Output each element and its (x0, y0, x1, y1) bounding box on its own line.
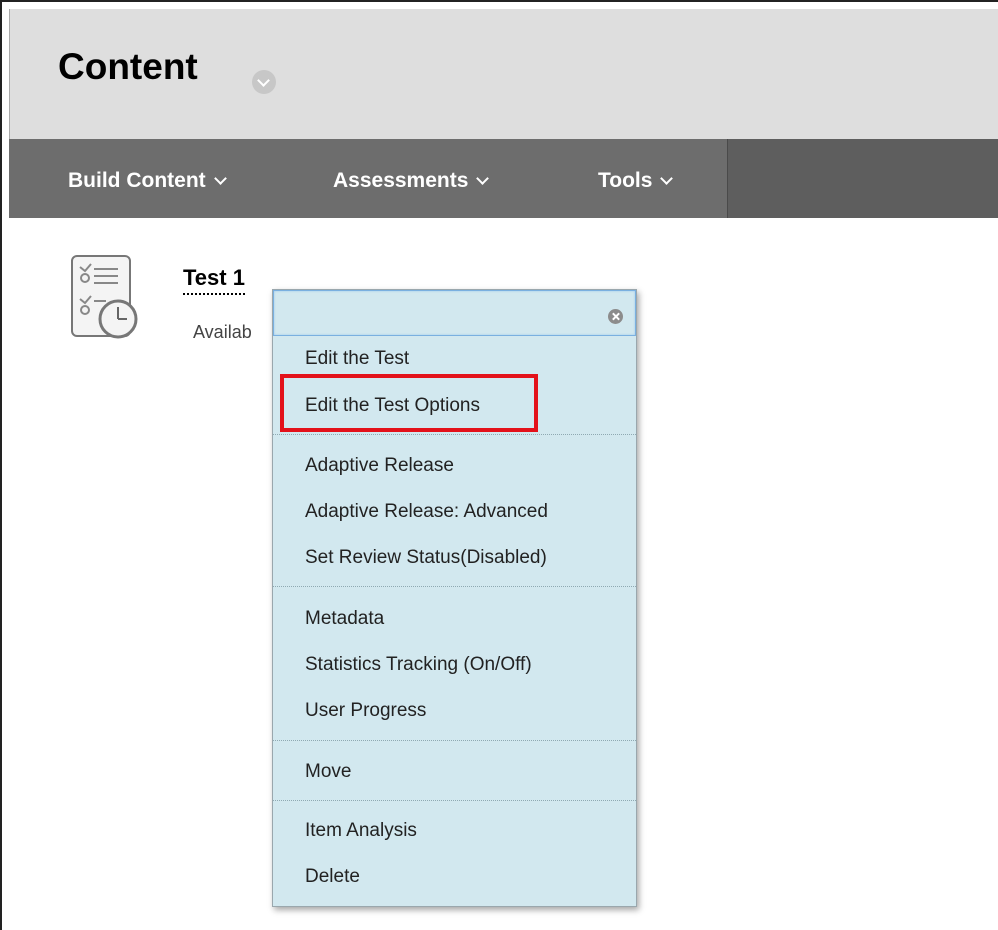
chevron-down-icon (213, 172, 227, 185)
menu-item-adaptive-release-advanced[interactable]: Adaptive Release: Advanced (305, 501, 548, 523)
page-title: Content (58, 46, 198, 87)
tools-menu[interactable]: Tools (598, 169, 674, 193)
menu-item-item-analysis[interactable]: Item Analysis (305, 820, 417, 842)
menu-item-user-progress[interactable]: User Progress (305, 700, 426, 722)
menu-item-metadata[interactable]: Metadata (305, 608, 384, 630)
test-icon (71, 255, 138, 339)
action-bar-menus: Build Content Assessments Tools (9, 139, 728, 218)
menu-item-statistics-tracking[interactable]: Statistics Tracking (On/Off) (305, 654, 532, 676)
menu-item-set-review-status[interactable]: Set Review Status(Disabled) (305, 547, 547, 569)
menu-item-edit-test[interactable]: Edit the Test (305, 348, 409, 370)
menu-item-move[interactable]: Move (305, 761, 351, 783)
menu-separator (273, 740, 636, 741)
tools-label: Tools (598, 169, 653, 192)
chevron-down-icon (660, 172, 674, 185)
menu-separator (273, 434, 636, 435)
menu-item-adaptive-release[interactable]: Adaptive Release (305, 455, 454, 477)
build-content-label: Build Content (68, 169, 206, 192)
highlight-box (280, 374, 538, 432)
menu-separator (273, 586, 636, 587)
assessments-label: Assessments (333, 169, 469, 192)
build-content-menu[interactable]: Build Content (68, 169, 227, 193)
menu-item-delete[interactable]: Delete (305, 866, 360, 888)
chevron-down-icon[interactable] (252, 70, 276, 94)
chevron-down-icon (476, 172, 490, 185)
close-icon[interactable] (608, 309, 623, 324)
action-bar: Build Content Assessments Tools (9, 139, 998, 218)
assessments-menu[interactable]: Assessments (333, 169, 490, 193)
availability-text: Availab (193, 322, 252, 342)
menu-separator (273, 800, 636, 801)
test-title-link[interactable]: Test 1 (183, 265, 245, 295)
context-menu-header (273, 290, 636, 336)
